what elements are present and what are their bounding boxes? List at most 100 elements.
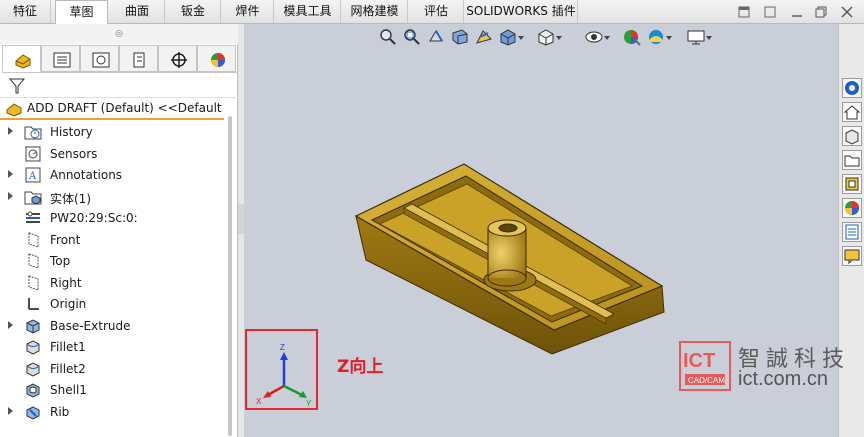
sensor-icon — [24, 146, 42, 163]
tree-item-label: Origin — [50, 297, 87, 311]
edit-appearance-icon[interactable] — [622, 27, 642, 47]
tab-solidworks-addins[interactable]: SOLIDWORKS 插件 — [465, 0, 578, 23]
tree-item[interactable]: Base-Extrude — [0, 316, 222, 337]
tree-item-label: Right — [50, 275, 82, 290]
view-palette-icon[interactable] — [842, 174, 862, 194]
material-icon — [24, 210, 42, 227]
tree-item[interactable]: Origin — [0, 294, 222, 315]
configuration-manager-tab[interactable] — [80, 45, 119, 72]
tab-mesh-modeling[interactable]: 网格建模 — [342, 0, 408, 23]
display-style-icon[interactable] — [536, 27, 562, 47]
display-manager-tab[interactable] — [158, 45, 197, 72]
home-icon[interactable] — [842, 102, 862, 122]
tree-item-label: Annotations — [50, 168, 123, 182]
tree-item-label: Fillet2 — [50, 361, 86, 376]
task-pane — [838, 24, 864, 437]
tree-item[interactable]: Front — [0, 230, 222, 251]
history-folder-icon — [24, 124, 42, 141]
plane-icon — [24, 274, 42, 292]
tree-item-label: Sensors — [50, 146, 98, 161]
triad-highlight-box — [245, 329, 318, 410]
appearance-tab[interactable] — [197, 45, 236, 72]
fillet-icon — [24, 361, 42, 378]
section-view-icon[interactable] — [450, 27, 470, 47]
solidworks-resources-icon[interactable] — [842, 78, 862, 98]
file-explorer-icon[interactable] — [842, 150, 862, 170]
tab-weldments[interactable]: 焊件 — [222, 0, 274, 23]
expand-arrow-icon[interactable] — [8, 191, 13, 200]
tree-item[interactable]: Right — [0, 273, 222, 294]
feature-manager-tab[interactable] — [2, 45, 41, 72]
expand-arrow-icon[interactable] — [8, 127, 13, 135]
annotation-icon: A — [24, 167, 42, 184]
tree-item-label: Front — [50, 232, 81, 247]
tree-item-label: PW20:29:Sc:0: — [50, 211, 138, 225]
rib-icon — [24, 404, 42, 421]
zoom-to-area-icon[interactable] — [402, 27, 422, 47]
appearances-scenes-icon[interactable] — [842, 198, 862, 218]
custom-properties-icon[interactable] — [842, 222, 862, 242]
zoom-to-fit-icon[interactable] — [378, 27, 398, 47]
extrude-icon — [24, 318, 42, 335]
tree-item[interactable]: Top — [0, 251, 222, 272]
part-icon — [5, 101, 23, 120]
expand-arrow-icon[interactable] — [8, 320, 13, 329]
tree-item[interactable]: Fillet1 — [0, 337, 222, 358]
tree-item-label: 实体(1) — [50, 191, 91, 206]
dimxpert-manager-tab[interactable] — [119, 45, 158, 72]
design-library-icon[interactable] — [842, 126, 862, 146]
fillet-icon — [24, 339, 42, 356]
tab-mold-tools[interactable]: 模具工具 — [275, 0, 341, 23]
svg-text:A: A — [28, 171, 37, 182]
tree-item-label: Shell1 — [50, 383, 87, 397]
restore-window-icon[interactable] — [814, 5, 828, 19]
restore-panel-icon[interactable] — [737, 5, 751, 19]
ict-logo: ICT CAD/CAM — [679, 341, 731, 391]
tab-evaluate[interactable]: 评估 — [409, 0, 464, 23]
tree-item[interactable]: Sensors — [0, 144, 222, 165]
panel-grip[interactable]: ◎ — [0, 24, 238, 44]
dynamic-annotation-icon[interactable] — [474, 27, 494, 47]
feature-manager-panel: ◎ ADD DRAFT (Default) <<Default>_ Histor… — [0, 24, 238, 437]
scrollbar-thumb[interactable] — [228, 116, 232, 436]
tree-item[interactable]: PW20:29:Sc:0: — [0, 208, 222, 229]
tree-item[interactable]: Fillet2 — [0, 359, 222, 380]
tree-root-part[interactable]: ADD DRAFT (Default) <<Default>_ — [0, 98, 224, 120]
close-window-icon[interactable] — [840, 5, 854, 19]
tab-features[interactable]: 特征 — [0, 0, 51, 23]
tab-sketch[interactable]: 草图 — [55, 0, 108, 24]
previous-view-icon[interactable] — [426, 27, 446, 47]
tree-scrollbar[interactable] — [226, 116, 234, 436]
help-icon[interactable] — [763, 5, 777, 19]
apply-scene-icon[interactable] — [646, 27, 672, 47]
hide-show-items-icon[interactable] — [584, 27, 610, 47]
tab-sheet-metal[interactable]: 钣金 — [166, 0, 221, 23]
ict-logo-subtext: CAD/CAM — [688, 376, 725, 385]
solidworks-forum-icon[interactable] — [842, 246, 862, 266]
minimize-icon[interactable] — [790, 5, 804, 19]
tree-item[interactable]: Shell1 — [0, 380, 222, 401]
tree-item-label: Top — [50, 254, 71, 268]
command-manager-tabs: 特征 草图 曲面 钣金 焊件 模具工具 网格建模 评估 SOLIDWORKS 插… — [0, 0, 864, 24]
heads-up-view-toolbar — [374, 24, 724, 52]
expand-arrow-icon[interactable] — [8, 406, 13, 415]
view-settings-icon[interactable] — [686, 27, 712, 47]
tree-item[interactable]: A Annotations — [0, 165, 222, 186]
tree-item[interactable]: 实体(1) — [0, 187, 222, 208]
tree-item-label: Rib — [50, 404, 70, 419]
view-orientation-icon[interactable] — [498, 27, 524, 47]
property-manager-tab[interactable] — [41, 45, 80, 72]
tree-item[interactable]: History — [0, 122, 222, 143]
tree-item-label: Base-Extrude — [50, 318, 131, 333]
plane-icon — [24, 231, 42, 249]
panel-tabs — [2, 45, 238, 73]
expand-arrow-icon[interactable] — [8, 170, 13, 178]
tab-surfaces[interactable]: 曲面 — [110, 0, 165, 23]
tree-item[interactable]: Rib — [0, 402, 222, 423]
filter-icon[interactable] — [8, 77, 26, 98]
ict-logo-text: ICT — [683, 350, 715, 372]
z-up-annotation: Z向上 — [337, 357, 384, 377]
shell-icon — [24, 382, 42, 399]
tree-item-label: Fillet1 — [50, 340, 86, 354]
tree-item-label: History — [50, 125, 93, 139]
